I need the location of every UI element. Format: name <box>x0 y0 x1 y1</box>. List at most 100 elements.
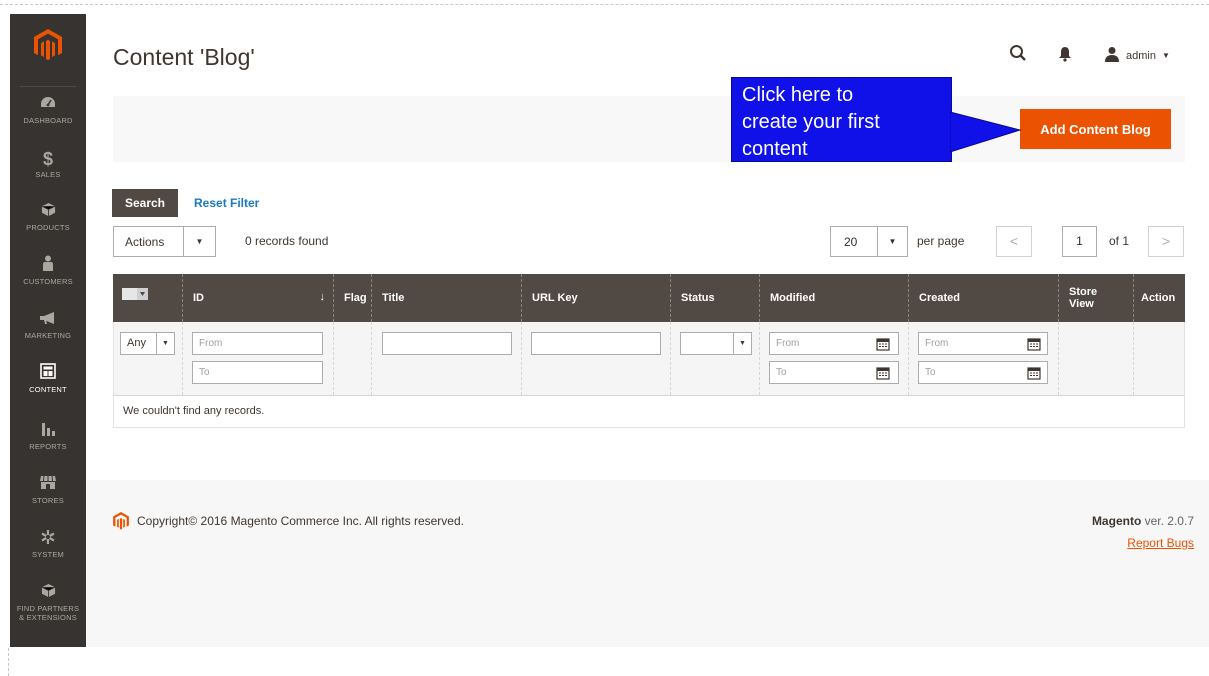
chevron-left-icon: < <box>1009 233 1019 249</box>
dashboard-icon <box>10 94 86 116</box>
magento-logo-icon <box>34 29 62 61</box>
chevron-down-icon: ▼ <box>156 333 174 354</box>
column-header-label: Title <box>382 292 405 304</box>
footer-version: Magento ver. 2.0.7 <box>1092 514 1194 528</box>
callout-line-2: create your first <box>742 111 880 133</box>
column-header-status[interactable]: Status <box>670 274 759 322</box>
sidebar-item-dashboard[interactable]: DASHBOARD <box>10 94 86 144</box>
page-title: Content 'Blog' <box>113 44 255 70</box>
column-header-label-line1: Store <box>1069 286 1098 298</box>
user-icon <box>1104 46 1120 65</box>
cube-icon <box>10 201 86 223</box>
reset-filter-link[interactable]: Reset Filter <box>194 196 259 210</box>
sidebar-item-label-line2: & EXTENSIONS <box>19 613 77 622</box>
per-page-select[interactable]: 20 ▼ <box>830 226 908 257</box>
sidebar-item-stores[interactable]: STORES <box>10 474 86 524</box>
column-header-flag[interactable]: Flag <box>333 274 371 322</box>
sidebar-item-label: SYSTEM <box>31 550 65 559</box>
sidebar-item-label: REPORTS <box>29 442 67 451</box>
cube-icon <box>10 582 86 604</box>
column-divider <box>670 322 671 395</box>
status-filter-select[interactable]: ▼ <box>680 332 752 355</box>
sidebar-item-label: MARKETING <box>24 331 72 340</box>
person-icon <box>10 255 86 277</box>
column-header-label: Created <box>919 292 960 304</box>
calendar-icon[interactable] <box>1027 337 1041 351</box>
column-header-title[interactable]: Title <box>371 274 521 322</box>
sidebar-item-customers[interactable]: CUSTOMERS <box>10 255 86 305</box>
mass-select-any-filter[interactable]: Any ▼ <box>120 332 175 355</box>
page-frame-left <box>8 648 9 676</box>
column-divider <box>1133 322 1134 395</box>
column-header-url-key[interactable]: URL Key <box>521 274 670 322</box>
grid-header: ID ↓ Flag Title URL Key Status Modified … <box>113 274 1185 322</box>
sidebar-item-label: CONTENT <box>29 385 67 394</box>
column-divider <box>1058 322 1059 395</box>
footer-version-number: ver. 2.0.7 <box>1144 514 1194 528</box>
sort-arrow-icon: ↓ <box>319 291 326 303</box>
column-divider <box>521 322 522 395</box>
bell-icon[interactable] <box>1058 46 1072 67</box>
chevron-down-icon: ▼ <box>733 333 751 354</box>
column-header-created[interactable]: Created <box>908 274 1058 322</box>
column-divider <box>759 322 760 395</box>
calendar-icon[interactable] <box>876 366 890 380</box>
column-divider <box>182 322 183 395</box>
column-header-label: Modified <box>770 292 816 304</box>
report-bugs-link[interactable]: Report Bugs <box>1127 536 1194 550</box>
calendar-icon[interactable] <box>1027 366 1041 380</box>
callout-line-3: content <box>742 138 808 160</box>
sidebar-item-products[interactable]: PRODUCTS <box>10 201 86 251</box>
sidebar-item-find-partners[interactable]: FIND PARTNERS & EXTENSIONS <box>10 582 86 642</box>
column-header-action: Action <box>1133 274 1185 322</box>
page-footer <box>86 480 1209 647</box>
current-page-input[interactable]: 1 <box>1062 226 1097 257</box>
column-header-store-view[interactable]: Store View <box>1058 274 1133 322</box>
footer-brand: Magento <box>1091 514 1142 528</box>
sidebar-item-label: SALES <box>35 170 61 179</box>
chevron-down-icon: ▼ <box>1161 51 1170 60</box>
column-header-label-line2: View <box>1069 298 1094 310</box>
sidebar-item-marketing[interactable]: MARKETING <box>10 309 86 359</box>
mass-actions-label: Actions <box>125 235 165 249</box>
gear-icon: ✲ <box>40 528 56 549</box>
sidebar-item-sales[interactable]: $ SALES <box>10 148 86 198</box>
grid-empty-message: We couldn't find any records. <box>113 395 1185 428</box>
chevron-down-icon: ▼ <box>877 227 907 256</box>
calendar-icon[interactable] <box>876 337 890 351</box>
sidebar-item-label: STORES <box>32 496 64 505</box>
page-frame-top <box>0 4 1209 5</box>
column-header-label: Store View <box>1069 286 1097 310</box>
mass-actions-select[interactable]: Actions ▼ <box>113 226 216 257</box>
per-page-label: per page <box>917 234 965 248</box>
add-content-blog-button[interactable]: Add Content Blog <box>1020 109 1171 149</box>
column-header-label: ID <box>193 292 204 304</box>
user-menu[interactable]: admin ▼ <box>1104 46 1170 65</box>
search-button[interactable]: Search <box>112 189 178 217</box>
column-header-label: Flag <box>344 292 367 304</box>
sidebar-item-content[interactable]: CONTENT <box>10 359 86 414</box>
chevron-down-icon: ▼ <box>183 227 215 256</box>
tutorial-callout: Click here to create your first content <box>731 77 952 162</box>
total-pages-label: of 1 <box>1109 234 1130 248</box>
column-header-modified[interactable]: Modified <box>759 274 908 322</box>
title-filter-input[interactable] <box>382 332 512 355</box>
sidebar-item-label: DASHBOARD <box>23 116 73 125</box>
footer-copyright: Copyright© 2016 Magento Commerce Inc. Al… <box>113 512 464 530</box>
id-to-filter-input[interactable]: To <box>192 361 323 384</box>
column-header-id[interactable]: ID ↓ <box>182 274 333 322</box>
sidebar-item-reports[interactable]: REPORTS <box>10 420 86 470</box>
url-key-filter-input[interactable] <box>531 332 661 355</box>
magento-logo[interactable] <box>10 14 86 76</box>
column-divider <box>371 322 372 395</box>
sidebar-item-label: PRODUCTS <box>26 223 70 232</box>
previous-page-button[interactable]: < <box>996 226 1032 257</box>
id-from-filter-input[interactable]: From <box>192 332 323 355</box>
store-icon <box>10 474 86 496</box>
next-page-button[interactable]: > <box>1148 226 1184 257</box>
column-divider <box>908 322 909 395</box>
column-header-label: Action <box>1141 292 1176 304</box>
sidebar-item-system[interactable]: ✲ SYSTEM <box>10 528 86 578</box>
mass-select-column[interactable] <box>113 274 182 322</box>
search-icon[interactable] <box>1009 44 1027 67</box>
